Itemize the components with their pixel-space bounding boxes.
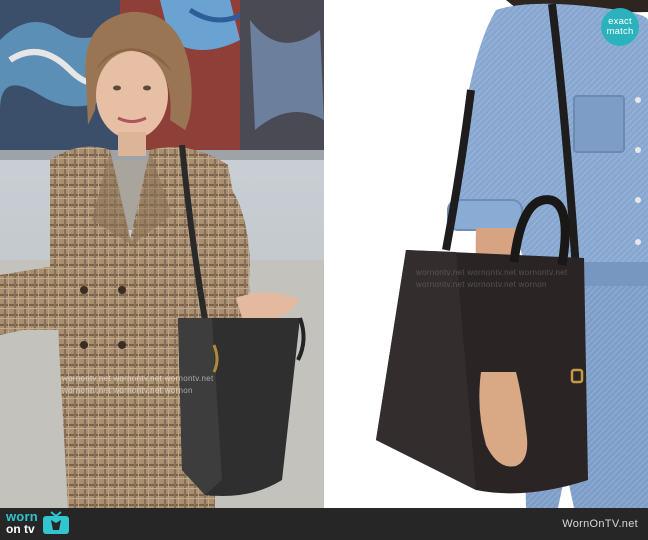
site-url[interactable]: WornOnTV.net — [562, 518, 638, 530]
woman-in-plaid-coat-photo: wornontv.net wornontv.net wornontv.net w… — [0, 0, 324, 508]
exact-match-badge: exact match — [601, 8, 639, 46]
watermark-line: wornontv.net wornontv.net wornon — [416, 280, 547, 289]
footer-bar: worn on tv WornOnTV.net — [0, 508, 648, 540]
wornontv-logo[interactable]: worn on tv — [6, 510, 70, 536]
tv-icon — [42, 511, 69, 534]
watermark-line: wornontv.net wornontv.net wornon — [62, 386, 193, 395]
watermark-line: wornontv.net wornontv.net wornontv.net — [62, 374, 214, 383]
logo-text: worn on tv — [6, 510, 38, 536]
watermark-line: wornontv.net wornontv.net wornontv.net — [416, 268, 568, 277]
logo-bottom-text: on tv — [6, 522, 35, 536]
product-illustration — [326, 0, 648, 508]
badge-line-2: match — [606, 26, 634, 37]
black-leather-tote-product-photo: exact match wornontv.net wornontv.net wo… — [326, 0, 648, 508]
street-scene-illustration — [0, 0, 324, 508]
